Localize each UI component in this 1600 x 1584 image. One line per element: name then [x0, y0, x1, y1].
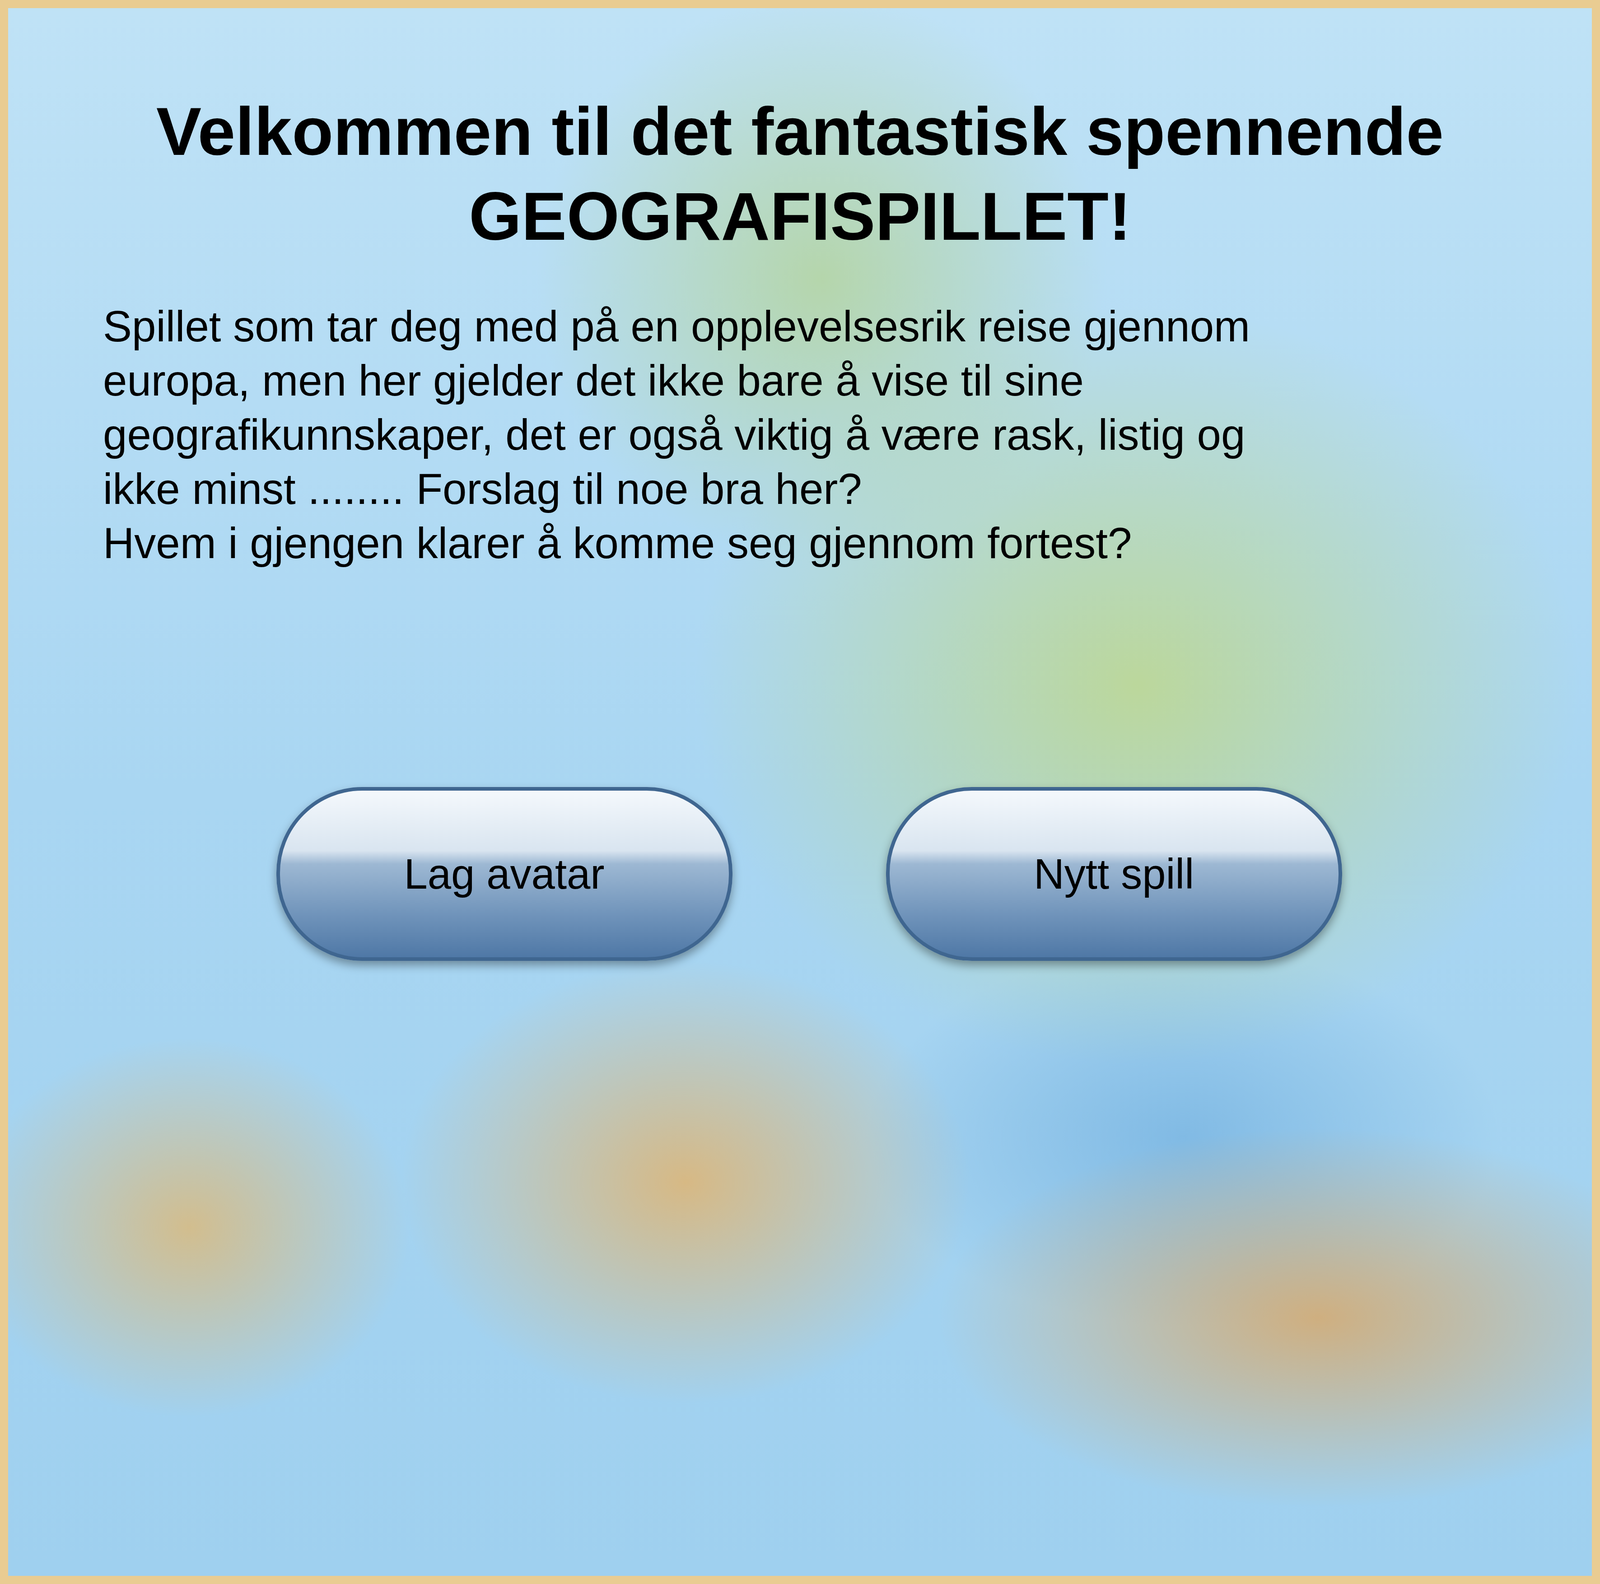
- menu-button[interactable]: Nytt spill: [886, 787, 1343, 961]
- game-frame: Velkommen til det fantastisk spennendeGE…: [0, 0, 1600, 1584]
- title: Velkommen til det fantastisk spennendeGE…: [8, 89, 1592, 259]
- button-row: Lag avatar Nytt spill: [8, 787, 1592, 961]
- map-background: Velkommen til det fantastisk spennendeGE…: [8, 8, 1592, 1577]
- intro-line: ikke minst ........ Forslag til noe bra …: [102, 461, 1502, 517]
- intro-line: Hvem i gjengen klarer å komme seg gjenno…: [102, 516, 1502, 571]
- menu-button[interactable]: Lag avatar: [276, 787, 733, 961]
- title-line: GEOGRAFISPILLET!: [468, 174, 1132, 260]
- title-line: Velkommen til det fantastisk spennende: [156, 89, 1444, 175]
- intro-line: geografikunnskaper, det er også viktig å…: [102, 407, 1502, 462]
- intro-line: europa, men her gjelder det ikke bare å …: [102, 353, 1502, 408]
- intro-line: Spillet som tar deg med på en opplevelse…: [102, 299, 1502, 354]
- intro-text: Spillet som tar deg med på en opplevelse…: [8, 299, 1592, 571]
